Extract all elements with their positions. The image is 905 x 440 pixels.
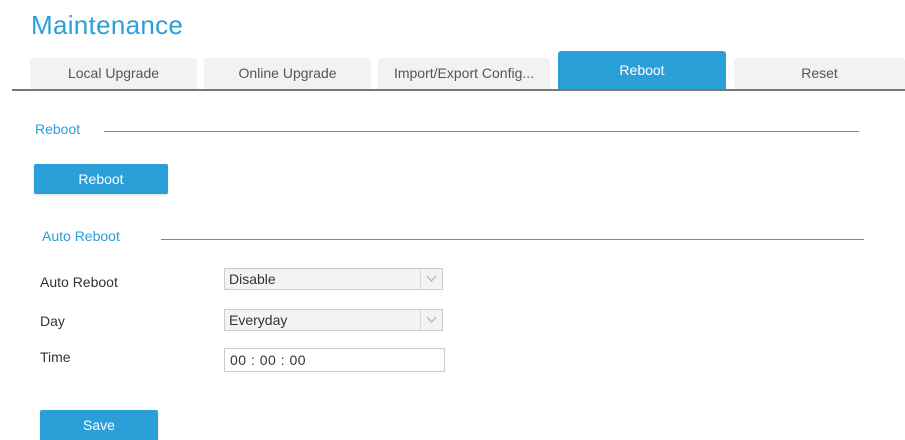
section-title-reboot: Reboot bbox=[35, 121, 81, 137]
section-divider-reboot bbox=[104, 131, 859, 132]
day-select[interactable]: Everyday bbox=[224, 309, 443, 331]
auto-reboot-value: Disable bbox=[229, 271, 276, 287]
tab-import-export-config[interactable]: Import/Export Config... bbox=[378, 58, 550, 89]
day-value: Everyday bbox=[229, 312, 288, 328]
auto-reboot-select[interactable]: Disable bbox=[224, 268, 443, 290]
time-input[interactable]: 00 : 00 : 00 bbox=[224, 348, 445, 372]
tab-reset[interactable]: Reset bbox=[734, 58, 905, 89]
save-button[interactable]: Save bbox=[40, 410, 158, 440]
tab-divider bbox=[12, 89, 905, 91]
page-title: Maintenance bbox=[31, 10, 184, 40]
time-label: Time bbox=[40, 349, 71, 365]
day-label: Day bbox=[40, 313, 65, 329]
chevron-down-icon bbox=[420, 269, 442, 289]
section-title-auto-reboot: Auto Reboot bbox=[42, 228, 120, 244]
tab-reboot[interactable]: Reboot bbox=[558, 51, 726, 89]
auto-reboot-label: Auto Reboot bbox=[40, 274, 118, 290]
chevron-down-icon bbox=[420, 310, 442, 330]
reboot-button[interactable]: Reboot bbox=[34, 164, 168, 194]
tab-local-upgrade[interactable]: Local Upgrade bbox=[30, 58, 197, 89]
tab-online-upgrade[interactable]: Online Upgrade bbox=[204, 58, 371, 89]
section-divider-auto-reboot bbox=[161, 239, 864, 240]
tab-bar: Local Upgrade Online Upgrade Import/Expo… bbox=[0, 50, 905, 89]
